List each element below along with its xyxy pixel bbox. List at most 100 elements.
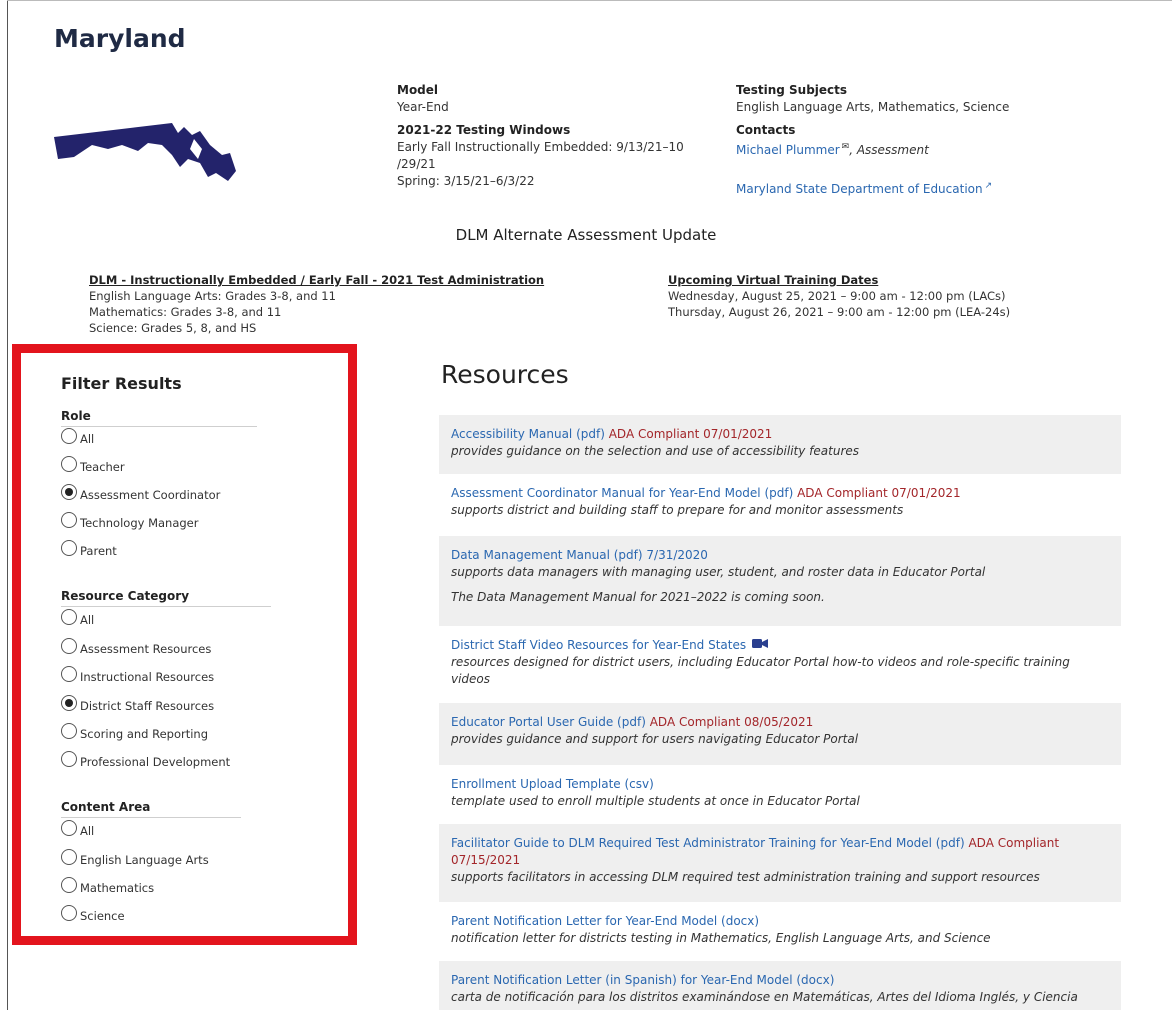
- category-option-district-staff-resources[interactable]: District Staff Resources: [61, 695, 214, 717]
- option-label: District Staff Resources: [80, 699, 215, 713]
- radio-button[interactable]: [61, 666, 77, 682]
- news-right: Upcoming Virtual Training Dates Wednesda…: [668, 272, 1148, 320]
- resource-description: supports data managers with managing use…: [451, 565, 986, 579]
- option-label: Technology Manager: [80, 516, 199, 530]
- content-option-all[interactable]: All: [61, 820, 94, 842]
- news-right-line: Wednesday, August 25, 2021 – 9:00 am - 1…: [668, 289, 1006, 303]
- radio-button[interactable]: [61, 905, 77, 921]
- model-value: Year-End: [397, 100, 449, 114]
- content-option-science[interactable]: Science: [61, 905, 125, 927]
- contact-line: Michael Plummer ✉, Assessment: [736, 139, 1156, 159]
- role-option-teacher[interactable]: Teacher: [61, 456, 125, 478]
- option-label: Mathematics: [80, 881, 155, 895]
- option-label: Instructional Resources: [80, 670, 215, 684]
- category-option-instructional-resources[interactable]: Instructional Resources: [61, 666, 214, 688]
- radio-button[interactable]: [61, 723, 77, 739]
- contacts-label: Contacts: [736, 123, 796, 137]
- role-option-assessment-coordinator[interactable]: Assessment Coordinator: [61, 484, 220, 506]
- news-left-line: English Language Arts: Grades 3-8, and 1…: [89, 289, 336, 303]
- video-camera-icon: [752, 637, 769, 654]
- ada-compliant-label: ADA Compliant 07/01/2021: [604, 427, 773, 441]
- resource-link[interactable]: Educator Portal User Guide (pdf): [451, 715, 646, 729]
- resource-item: Facilitator Guide to DLM Required Test A…: [439, 824, 1121, 902]
- option-label: Teacher: [80, 460, 125, 474]
- news-left-line: Science: Grades 5, 8, and HS: [89, 321, 257, 335]
- update-heading: DLM Alternate Assessment Update: [455, 226, 717, 244]
- content-option-mathematics[interactable]: Mathematics: [61, 877, 154, 899]
- model-label: Model: [397, 83, 439, 97]
- category-option-all[interactable]: All: [61, 609, 94, 631]
- option-label: Professional Development: [80, 755, 231, 769]
- role-option-parent[interactable]: Parent: [61, 540, 117, 562]
- option-label: Assessment Resources: [80, 642, 212, 656]
- category-option-professional-development[interactable]: Professional Development: [61, 751, 230, 773]
- maryland-map-icon: [52, 115, 242, 189]
- resource-description: template used to enroll multiple student…: [451, 794, 860, 808]
- news-right-title: Upcoming Virtual Training Dates: [668, 273, 879, 287]
- ada-compliant-label: ADA Compliant 08/05/2021: [645, 715, 814, 729]
- resource-link[interactable]: Parent Notification Letter (in Spanish) …: [451, 973, 834, 987]
- radio-button[interactable]: [61, 540, 77, 556]
- category-group-label: Resource Category: [61, 589, 271, 607]
- role-option-technology-manager[interactable]: Technology Manager: [61, 512, 198, 534]
- resource-link[interactable]: Assessment Coordinator Manual for Year-E…: [451, 486, 793, 500]
- radio-button[interactable]: [61, 751, 77, 767]
- state-dept-line: Maryland State Department of Education ↗: [736, 178, 1156, 198]
- radio-button[interactable]: [61, 849, 77, 865]
- option-label: All: [80, 613, 95, 627]
- radio-button[interactable]: [61, 512, 77, 528]
- resource-item: Enrollment Upload Template (csv) templat…: [439, 765, 1121, 823]
- page-frame-left: [7, 0, 8, 1010]
- radio-button[interactable]: [61, 820, 77, 836]
- filter-title: Filter Results: [61, 374, 182, 393]
- subjects-value: English Language Arts, Mathematics, Scie…: [736, 100, 1010, 114]
- windows-line3: Spring: 3/15/21–6/3/22: [397, 174, 535, 188]
- external-link-icon: ↗: [984, 181, 993, 191]
- windows-line1: Early Fall Instructionally Embedded: 9/1…: [397, 140, 684, 154]
- resource-date: 7/31/2020: [642, 548, 708, 562]
- resource-description: supports facilitators in accessing DLM r…: [451, 870, 1040, 884]
- resource-link[interactable]: Accessibility Manual (pdf): [451, 427, 605, 441]
- state-dept-link[interactable]: Maryland State Department of Education: [736, 182, 983, 196]
- radio-button[interactable]: [61, 609, 77, 625]
- option-label: All: [80, 432, 95, 446]
- resources-title: Resources: [441, 360, 569, 389]
- radio-button[interactable]: [61, 428, 77, 444]
- content-group-label: Content Area: [61, 800, 241, 818]
- option-label: All: [80, 824, 95, 838]
- option-label: Scoring and Reporting: [80, 727, 209, 741]
- resource-link[interactable]: Data Management Manual (pdf): [451, 548, 643, 562]
- state-info-right: Testing Subjects English Language Arts, …: [736, 82, 1156, 198]
- resource-description: resources designed for district users, i…: [451, 655, 1070, 686]
- radio-button[interactable]: [61, 877, 77, 893]
- subjects-label: Testing Subjects: [736, 83, 848, 97]
- contact-role: , Assessment: [849, 143, 929, 157]
- resource-link[interactable]: District Staff Video Resources for Year-…: [451, 638, 746, 652]
- contact-name-link[interactable]: Michael Plummer: [736, 143, 840, 157]
- resource-link[interactable]: Parent Notification Letter for Year-End …: [451, 914, 759, 928]
- option-label: Assessment Coordinator: [80, 488, 221, 502]
- resource-link[interactable]: Facilitator Guide to DLM Required Test A…: [451, 836, 965, 850]
- resource-link[interactable]: Enrollment Upload Template (csv): [451, 777, 654, 791]
- option-label: Parent: [80, 544, 117, 558]
- radio-button-selected[interactable]: [61, 695, 77, 711]
- radio-button[interactable]: [61, 638, 77, 654]
- role-group-label: Role: [61, 409, 257, 427]
- category-option-assessment-resources[interactable]: Assessment Resources: [61, 638, 211, 660]
- role-option-all[interactable]: All: [61, 428, 94, 450]
- content-option-english-language-arts[interactable]: English Language Arts: [61, 849, 209, 871]
- news-left: DLM - Instructionally Embedded / Early F…: [89, 272, 629, 336]
- filter-panel: Filter Results Role All Teacher Assessme…: [12, 344, 357, 945]
- resource-item: Accessibility Manual (pdf) ADA Compliant…: [439, 415, 1121, 474]
- radio-button-selected[interactable]: [61, 484, 77, 500]
- radio-button[interactable]: [61, 456, 77, 472]
- option-label: English Language Arts: [80, 853, 209, 867]
- category-option-scoring-and-reporting[interactable]: Scoring and Reporting: [61, 723, 208, 745]
- resource-item: Educator Portal User Guide (pdf) ADA Com…: [439, 703, 1121, 765]
- resource-item: Parent Notification Letter for Year-End …: [439, 902, 1121, 960]
- resource-description: provides guidance and support for users …: [451, 732, 859, 746]
- page-frame-top: [7, 0, 1172, 1]
- resource-item: District Staff Video Resources for Year-…: [439, 626, 1121, 703]
- option-label: Science: [80, 909, 125, 923]
- state-info-left: Model Year-End 2021-22 Testing Windows E…: [397, 82, 727, 190]
